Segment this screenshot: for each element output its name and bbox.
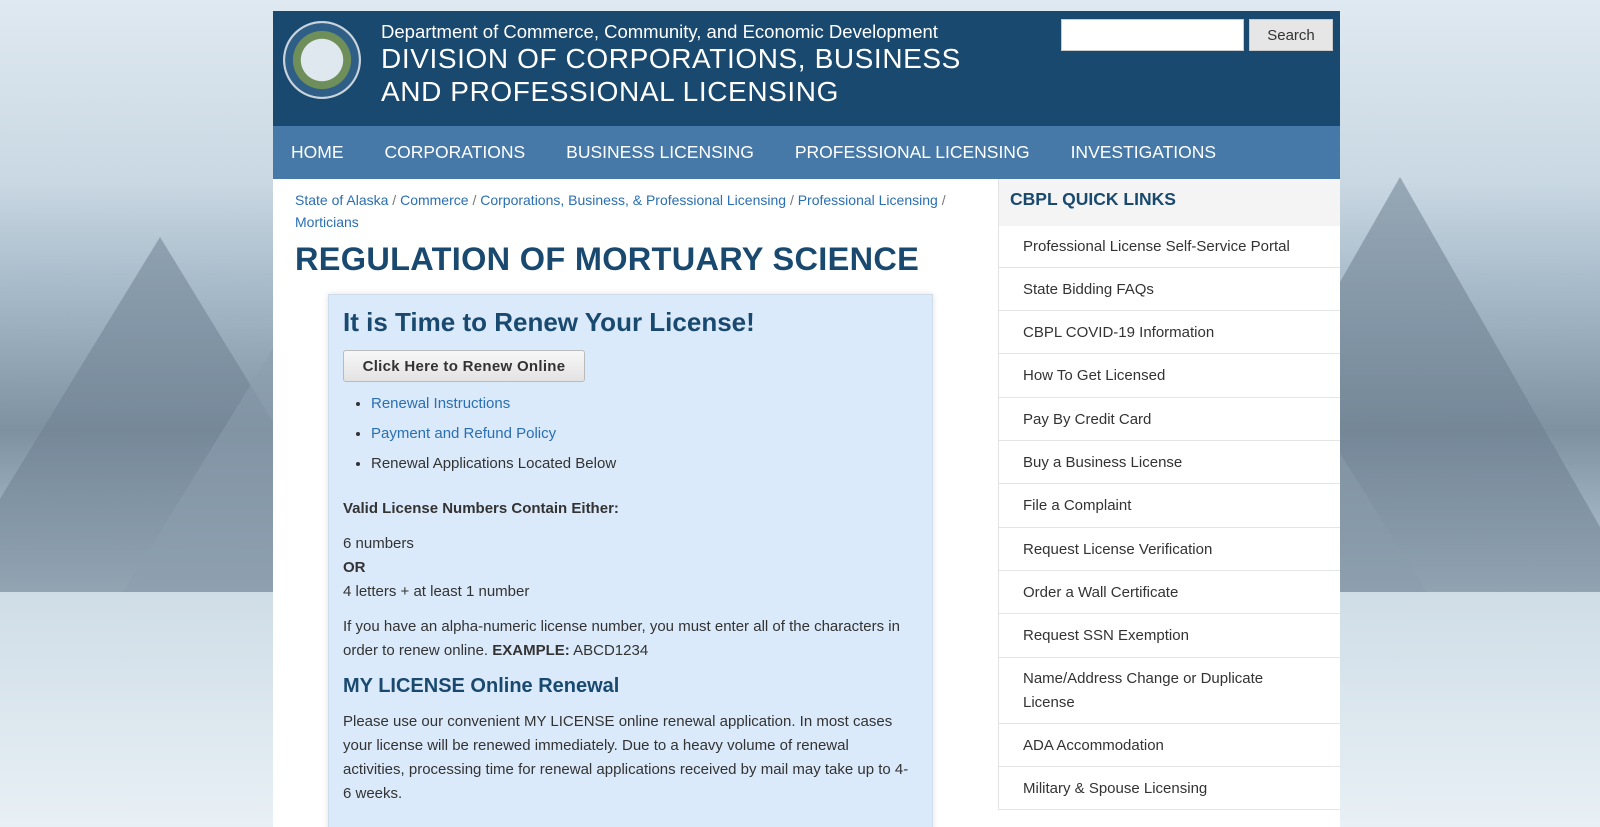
quick-link-name-address-change[interactable]: Name/Address Change or Duplicate License	[999, 658, 1340, 724]
renewal-applications-text: Renewal Applications Located Below	[371, 455, 617, 472]
quick-links-sidebar: CBPL QUICK LINKS Professional License Se…	[998, 179, 1340, 810]
nav-item-investigations[interactable]: INVESTIGATIONS	[1071, 142, 1217, 163]
search-button[interactable]: Search	[1249, 19, 1333, 51]
division-title-line1: DIVISION OF CORPORATIONS, BUSINESS	[381, 43, 961, 74]
license-option-letters: 4 letters + at least 1 number	[343, 583, 530, 600]
breadcrumb-separator: /	[472, 192, 477, 208]
search-input[interactable]	[1061, 19, 1244, 51]
breadcrumb-item[interactable]: State of Alaska	[295, 192, 388, 208]
quick-link-wall-certificate[interactable]: Order a Wall Certificate	[999, 571, 1340, 614]
site-header: Department of Commerce, Community, and E…	[273, 11, 1340, 126]
quick-link-buy-business-license[interactable]: Buy a Business License	[999, 441, 1340, 484]
division-title[interactable]: DIVISION OF CORPORATIONS, BUSINESS AND P…	[381, 42, 961, 108]
license-option-numbers: 6 numbers	[343, 535, 414, 552]
list-item: Payment and Refund Policy	[371, 423, 616, 453]
quick-link-military-spouse-licensing[interactable]: Military & Spouse Licensing	[999, 767, 1340, 810]
renewal-instructions-link[interactable]: Renewal Instructions	[371, 395, 510, 412]
renew-online-button[interactable]: Click Here to Renew Online	[343, 350, 585, 382]
breadcrumb-separator: /	[392, 192, 397, 208]
quick-link-ada-accommodation[interactable]: ADA Accommodation	[999, 724, 1340, 767]
renewal-links-list: Renewal Instructions Payment and Refund …	[371, 393, 616, 483]
quick-link-license-verification[interactable]: Request License Verification	[999, 528, 1340, 571]
breadcrumb-item[interactable]: Morticians	[295, 214, 359, 230]
nav-item-corporations[interactable]: CORPORATIONS	[385, 142, 526, 163]
department-name[interactable]: Department of Commerce, Community, and E…	[381, 21, 938, 43]
valid-license-heading: Valid License Numbers Contain Either:	[343, 500, 619, 517]
quick-link-covid-info[interactable]: CBPL COVID-19 Information	[999, 311, 1340, 354]
breadcrumb: State of Alaska / Commerce / Corporation…	[295, 189, 975, 233]
mylicense-subheading: MY LICENSE Online Renewal	[343, 675, 620, 697]
quick-link-pay-by-credit-card[interactable]: Pay By Credit Card	[999, 398, 1340, 441]
quick-link-file-complaint[interactable]: File a Complaint	[999, 484, 1340, 528]
quick-link-state-bidding-faqs[interactable]: State Bidding FAQs	[999, 268, 1340, 311]
breadcrumb-item[interactable]: Corporations, Business, & Professional L…	[480, 192, 786, 208]
list-item: Renewal Applications Located Below	[371, 453, 616, 483]
license-option-or: OR	[343, 559, 366, 576]
mylicense-description: Please use our convenient MY LICENSE onl…	[343, 713, 909, 802]
quick-link-ssn-exemption[interactable]: Request SSN Exemption	[999, 614, 1340, 658]
nav-item-home[interactable]: HOME	[291, 142, 344, 163]
payment-refund-policy-link[interactable]: Payment and Refund Policy	[371, 425, 556, 442]
quick-links-title: CBPL QUICK LINKS	[999, 179, 1340, 226]
renewal-notice-box: It is Time to Renew Your License! Click …	[328, 294, 933, 827]
page-container: Department of Commerce, Community, and E…	[273, 11, 1340, 827]
example-label: EXAMPLE:	[492, 642, 570, 659]
breadcrumb-separator: /	[941, 192, 946, 208]
breadcrumb-item[interactable]: Commerce	[400, 192, 468, 208]
renewal-heading: It is Time to Renew Your License!	[343, 307, 755, 337]
main-nav: HOME CORPORATIONS BUSINESS LICENSING PRO…	[273, 126, 1340, 179]
breadcrumb-separator: /	[789, 192, 794, 208]
page-title: REGULATION OF MORTUARY SCIENCE	[295, 241, 920, 277]
nav-item-business-licensing[interactable]: BUSINESS LICENSING	[566, 142, 754, 163]
quick-link-how-to-get-licensed[interactable]: How To Get Licensed	[999, 354, 1340, 398]
nav-item-professional-licensing[interactable]: PROFESSIONAL LICENSING	[795, 142, 1030, 163]
division-title-line2: AND PROFESSIONAL LICENSING	[381, 76, 839, 107]
quick-link-self-service-portal[interactable]: Professional License Self-Service Portal	[999, 226, 1340, 268]
state-seal-logo[interactable]	[283, 21, 361, 99]
alphanumeric-instructions: If you have an alpha-numeric license num…	[343, 615, 913, 663]
breadcrumb-item[interactable]: Professional Licensing	[798, 192, 938, 208]
list-item: Renewal Instructions	[371, 393, 616, 423]
example-value: ABCD1234	[573, 642, 649, 659]
